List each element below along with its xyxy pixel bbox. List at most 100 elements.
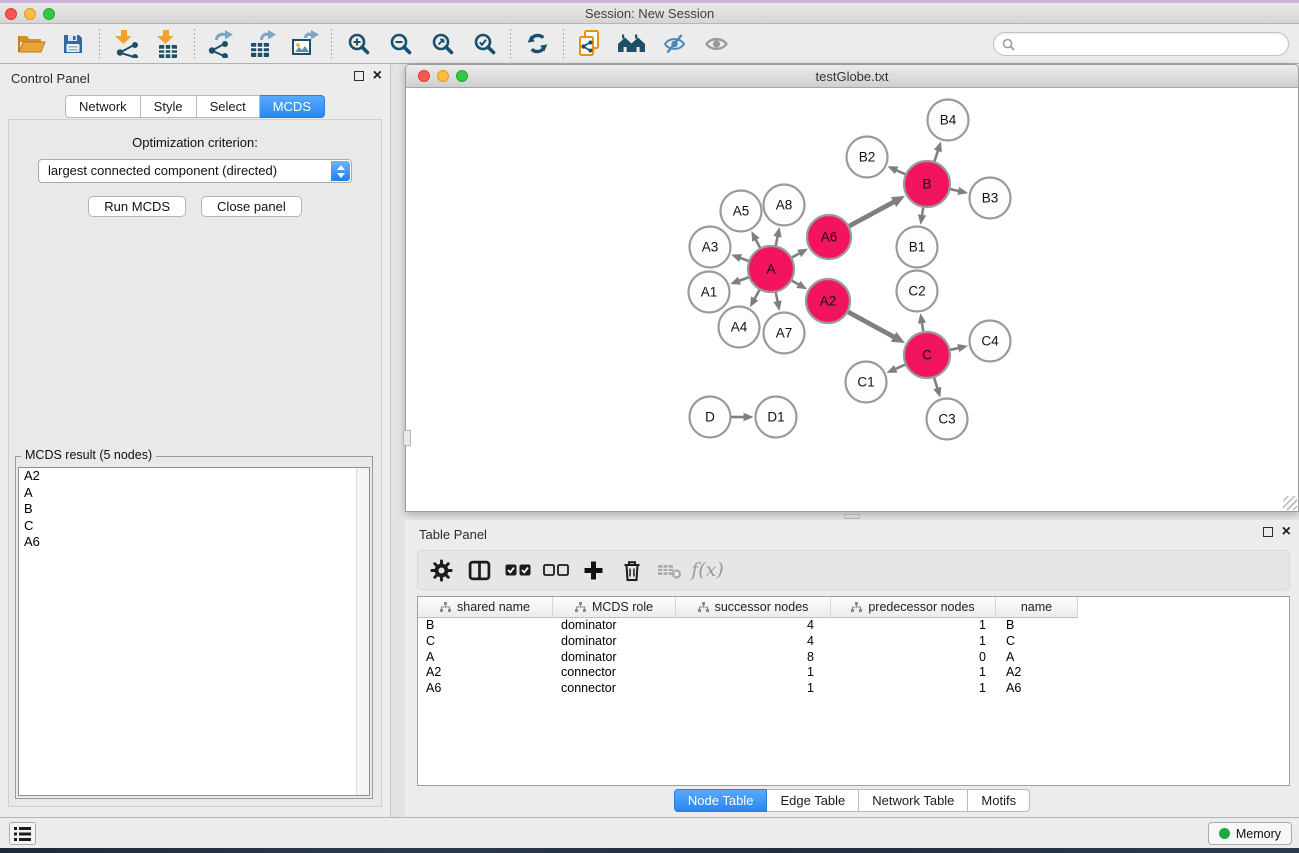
edge-B-B3[interactable] xyxy=(950,187,968,195)
node-B2[interactable]: B2 xyxy=(847,137,888,178)
node-A1[interactable]: A1 xyxy=(689,272,730,313)
column-header[interactable]: MCDS role xyxy=(553,597,676,618)
edge-A-A2[interactable] xyxy=(792,281,807,290)
table-row[interactable]: A6connector11A6 xyxy=(418,681,1289,697)
edge-C-C2[interactable] xyxy=(918,313,926,331)
table-row[interactable]: A2connector11A2 xyxy=(418,665,1289,681)
edge-A2-C[interactable] xyxy=(848,312,905,343)
table-cell[interactable]: A2 xyxy=(996,665,1078,681)
memory-button[interactable]: Memory xyxy=(1208,822,1292,845)
table-cell[interactable]: 1 xyxy=(831,618,996,634)
edge-A-A7[interactable] xyxy=(773,293,781,311)
node-D1[interactable]: D1 xyxy=(756,397,797,438)
node-C3[interactable]: C3 xyxy=(927,399,968,440)
import-network-button[interactable] xyxy=(105,28,147,60)
zoom-in-button[interactable] xyxy=(337,28,379,60)
table-cell[interactable]: 1 xyxy=(676,665,831,681)
table-cell[interactable]: 4 xyxy=(676,634,831,650)
table-cell[interactable]: 8 xyxy=(676,650,831,666)
edge-C-C1[interactable] xyxy=(887,365,905,373)
import-table-button[interactable] xyxy=(147,28,189,60)
node-table[interactable]: shared nameMCDS rolesuccessor nodesprede… xyxy=(417,596,1290,786)
column-header[interactable]: name xyxy=(996,597,1078,618)
table-row[interactable]: Bdominator41B xyxy=(418,618,1289,634)
search-field[interactable] xyxy=(993,32,1289,56)
edge-A-A8[interactable] xyxy=(773,227,781,245)
edge-B-B1[interactable] xyxy=(918,208,926,225)
node-A4[interactable]: A4 xyxy=(719,307,760,348)
table-cell[interactable]: connector xyxy=(553,681,676,697)
list-item[interactable]: C xyxy=(19,518,369,535)
zoom-fit-button[interactable] xyxy=(421,28,463,60)
edge-A-A5[interactable] xyxy=(751,231,760,248)
node-A5[interactable]: A5 xyxy=(721,191,762,232)
scrollbar-track[interactable] xyxy=(356,468,369,795)
edge-C-C3[interactable] xyxy=(933,378,941,398)
table-row[interactable]: Cdominator41C xyxy=(418,634,1289,650)
export-table-button[interactable] xyxy=(242,28,284,60)
node-B1[interactable]: B1 xyxy=(897,227,938,268)
edge-B-B2[interactable] xyxy=(888,166,906,174)
search-input[interactable] xyxy=(1015,35,1288,53)
export-image-button[interactable] xyxy=(284,28,326,60)
tab-motifs[interactable]: Motifs xyxy=(968,789,1030,812)
table-cell[interactable]: C xyxy=(418,634,553,650)
refresh-layout-button[interactable] xyxy=(516,28,558,60)
table-cell[interactable]: A xyxy=(418,650,553,666)
column-header[interactable]: successor nodes xyxy=(676,597,831,618)
tab-style[interactable]: Style xyxy=(141,95,197,118)
close-panel-button[interactable]: Close panel xyxy=(201,196,302,217)
table-cell[interactable]: 0 xyxy=(831,650,996,666)
table-row[interactable]: Adominator80A xyxy=(418,650,1289,666)
table-cell[interactable]: connector xyxy=(553,665,676,681)
edge-C-C4[interactable] xyxy=(950,344,968,352)
column-header[interactable]: shared name xyxy=(418,597,553,618)
node-B3[interactable]: B3 xyxy=(970,178,1011,219)
edge-A6-B[interactable] xyxy=(849,196,905,226)
table-cell[interactable]: A2 xyxy=(418,665,553,681)
tab-mcds[interactable]: MCDS xyxy=(260,95,325,118)
select-all-button[interactable] xyxy=(502,555,533,585)
column-header[interactable]: predecessor nodes xyxy=(831,597,996,618)
zoom-out-button[interactable] xyxy=(379,28,421,60)
node-C[interactable]: C xyxy=(904,332,950,378)
deselect-all-button[interactable] xyxy=(540,555,571,585)
delete-table-button[interactable] xyxy=(654,555,685,585)
table-cell[interactable]: dominator xyxy=(553,634,676,650)
network-graph[interactable]: B4B2BB3A5A8A6B1A3AA1C2A2A4A7C4CC1C3DD1 xyxy=(406,88,1298,511)
edge-A-A4[interactable] xyxy=(750,290,760,307)
table-cell[interactable]: dominator xyxy=(553,650,676,666)
node-A8[interactable]: A8 xyxy=(764,185,805,226)
table-cell[interactable]: 1 xyxy=(676,681,831,697)
table-cell[interactable]: 1 xyxy=(831,665,996,681)
table-cell[interactable]: 1 xyxy=(831,634,996,650)
table-cell[interactable]: A6 xyxy=(418,681,553,697)
node-A7[interactable]: A7 xyxy=(764,313,805,354)
close-panel-icon[interactable]: × xyxy=(373,71,382,81)
edge-A-A3[interactable] xyxy=(731,254,748,262)
node-B4[interactable]: B4 xyxy=(928,100,969,141)
edge-D-D1[interactable] xyxy=(732,413,754,421)
table-cell[interactable]: dominator xyxy=(553,618,676,634)
table-cell[interactable]: B xyxy=(996,618,1078,634)
divider-grip-icon[interactable] xyxy=(844,514,860,519)
mcds-result-list[interactable]: A2ABCA6 xyxy=(18,467,370,796)
node-D[interactable]: D xyxy=(690,397,731,438)
list-item[interactable]: A xyxy=(19,485,369,502)
float-table-panel-icon[interactable] xyxy=(1263,527,1273,537)
node-C4[interactable]: C4 xyxy=(970,321,1011,362)
export-network-button[interactable] xyxy=(200,28,242,60)
node-A[interactable]: A xyxy=(748,246,794,292)
hide-selected-button[interactable] xyxy=(653,28,695,60)
node-C2[interactable]: C2 xyxy=(897,271,938,312)
list-item[interactable]: A2 xyxy=(19,468,369,485)
edge-A-A6[interactable] xyxy=(792,249,808,258)
resize-grip-icon[interactable] xyxy=(1283,496,1297,510)
tab-select[interactable]: Select xyxy=(197,95,260,118)
tab-network-table[interactable]: Network Table xyxy=(859,789,968,812)
node-A6[interactable]: A6 xyxy=(807,215,851,259)
edge-B-B4[interactable] xyxy=(934,141,942,161)
list-item[interactable]: A6 xyxy=(19,534,369,551)
new-network-from-selection-button[interactable] xyxy=(569,28,611,60)
table-cell[interactable]: 4 xyxy=(676,618,831,634)
